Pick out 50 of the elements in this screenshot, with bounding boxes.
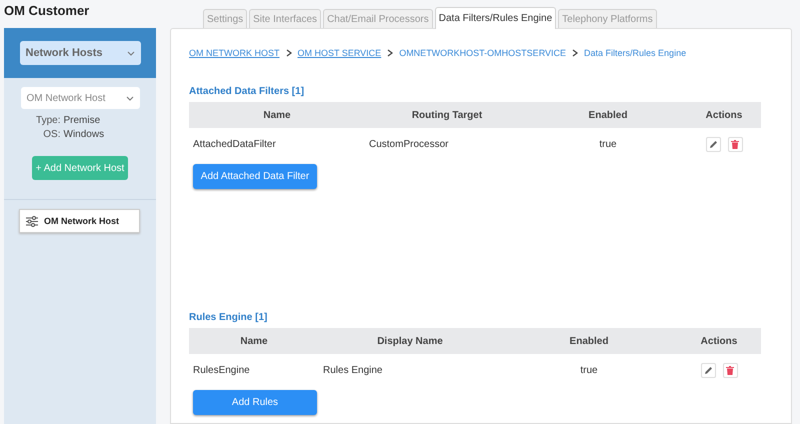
delete-button[interactable] [728, 136, 742, 152]
add-button[interactable]: Add Attached Data Filter [193, 164, 317, 189]
column-header: Routing Target [365, 102, 529, 128]
column-header: Enabled [529, 102, 687, 128]
column-header: Display Name [319, 328, 501, 354]
add-network-host-button[interactable]: + Add Network Host [32, 156, 128, 180]
column-header: Actions [687, 102, 761, 128]
trash-icon [726, 366, 734, 374]
tab[interactable]: Data Filters/Rules Engine [434, 7, 556, 29]
host-select[interactable]: OM Network Host [20, 87, 140, 109]
category-select[interactable]: Network Hosts [20, 41, 140, 65]
chevron-right-icon [286, 49, 292, 57]
add-button[interactable]: Add Rules [193, 390, 317, 415]
column-header: Enabled [501, 328, 677, 354]
chevron-down-icon [126, 50, 134, 56]
detail-label: OS: [42, 129, 60, 140]
customer-title: OM Customer [4, 3, 90, 20]
column-header: Name [189, 102, 365, 128]
table-cell-text: true [579, 364, 599, 378]
table-cell-text: AttachedDataFilter [192, 138, 277, 152]
breadcrumb-item: Data Filters/Rules Engine [584, 48, 686, 58]
delete-button[interactable] [722, 362, 738, 378]
section-title: Attached Data Filters [1] [189, 86, 304, 97]
column-header: Actions [677, 328, 761, 354]
edit-button[interactable] [706, 136, 720, 152]
breadcrumb-link[interactable]: OM NETWORK HOST [189, 48, 280, 58]
detail-label: Type: [35, 115, 60, 126]
tab[interactable]: Chat/Email Processors [323, 9, 433, 28]
tab[interactable]: Settings [203, 9, 248, 28]
sliders-icon [26, 216, 38, 226]
tab[interactable]: Site Interfaces [249, 9, 322, 28]
trash-icon [731, 140, 739, 148]
section-title: Rules Engine [1] [189, 312, 268, 323]
table-cell-text: CustomProcessor [368, 138, 450, 152]
table-cell-text: RulesEngine [192, 364, 251, 378]
chevron-down-icon [126, 96, 134, 100]
detail-value: Premise [64, 115, 102, 126]
edit-button[interactable] [700, 362, 716, 378]
breadcrumb-link[interactable]: OM HOST SERVICE [298, 48, 382, 58]
chevron-right-icon [572, 49, 578, 57]
detail-value: Windows [64, 129, 106, 140]
table-cell-text: Rules Engine [322, 364, 384, 378]
table-cell-text: true [598, 138, 618, 152]
breadcrumb-item: OMNETWORKHOST-OMHOSTSERVICE [399, 48, 566, 58]
pencil-icon [704, 366, 712, 374]
pencil-icon [708, 140, 718, 148]
sidebar-item[interactable]: OM Network Host [19, 209, 140, 233]
tab[interactable]: Telephony Platforms [558, 9, 657, 28]
column-header: Name [189, 328, 319, 354]
chevron-right-icon [387, 49, 394, 57]
